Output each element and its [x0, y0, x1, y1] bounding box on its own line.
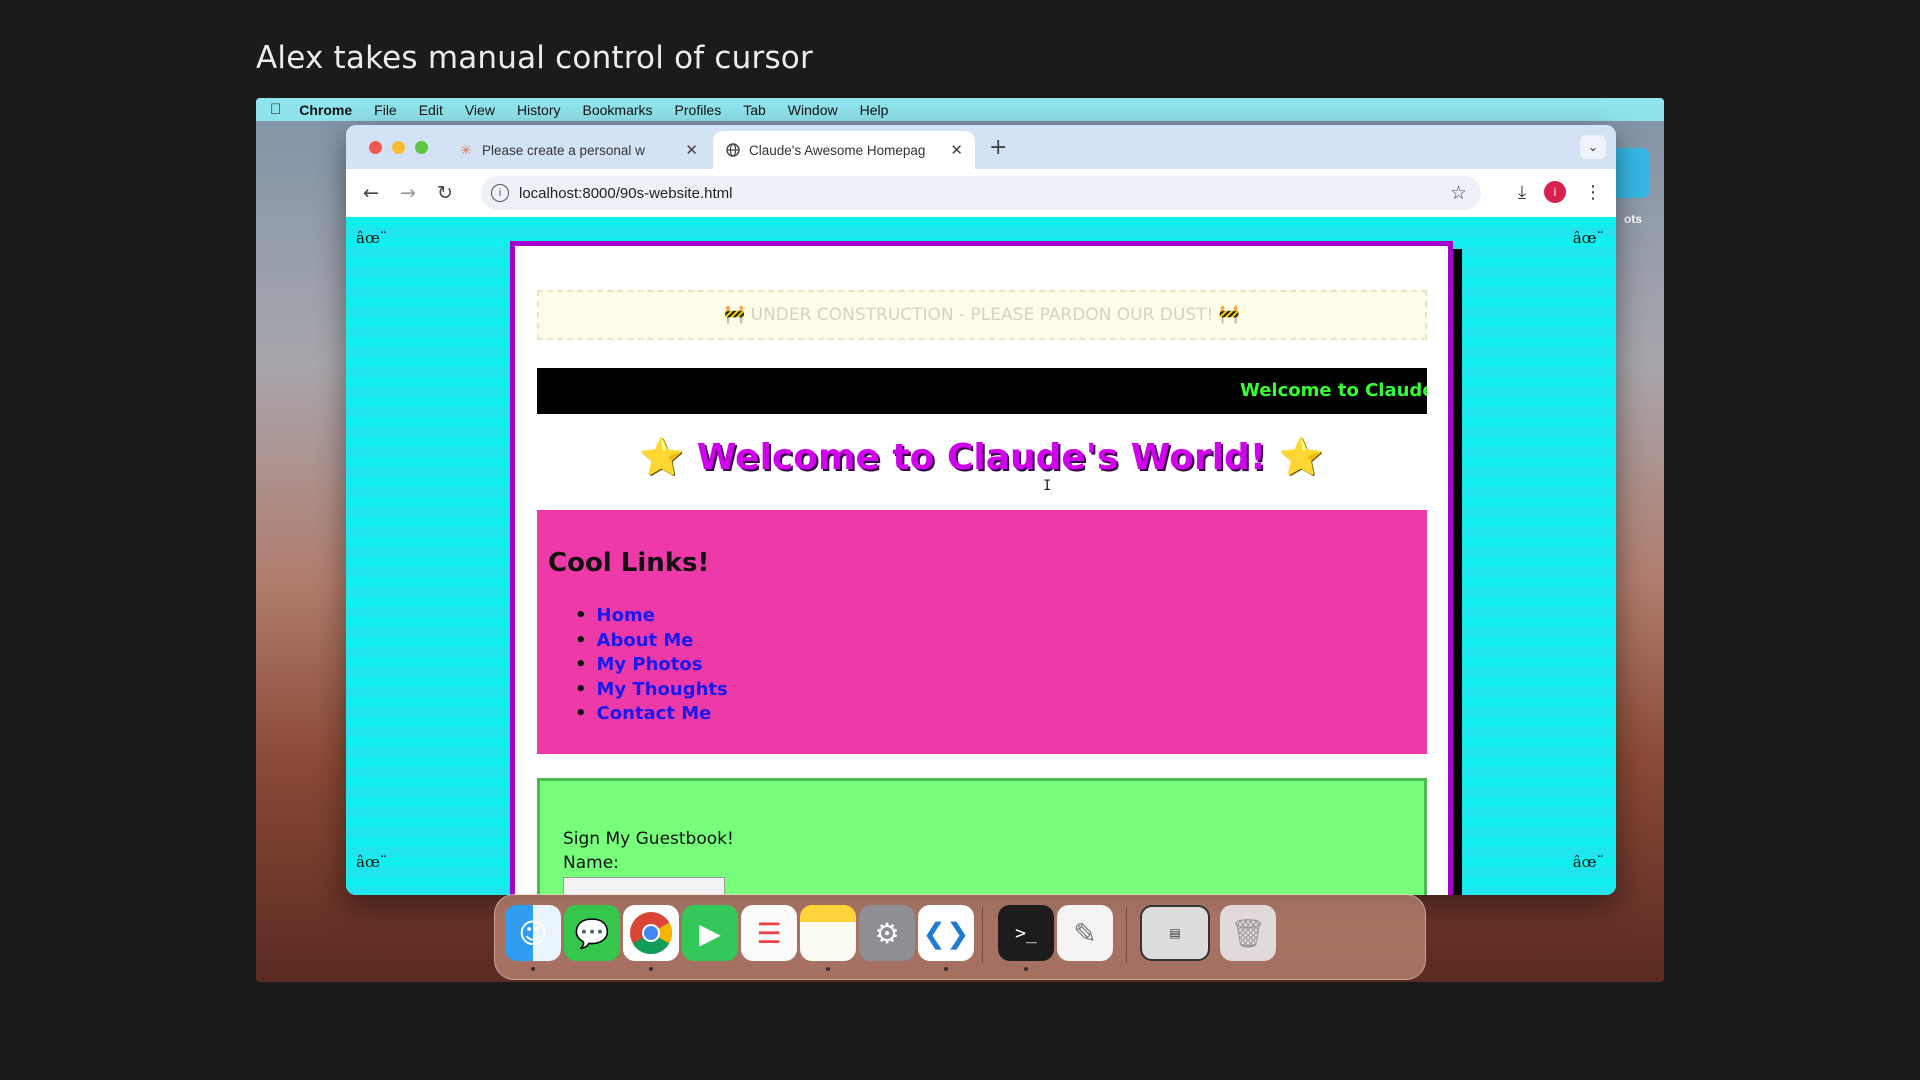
guestbook-title: Sign My Guestbook! [563, 829, 734, 849]
links-list: Home About Me My Photos My Thoughts Cont… [575, 604, 728, 727]
link-home[interactable]: Home [575, 604, 728, 629]
download-icon[interactable]: ⤓ [1518, 182, 1526, 203]
menu-app-name[interactable]: Chrome [299, 102, 352, 118]
screenshot-thumbnail-icon[interactable]: ▤ [1140, 905, 1210, 961]
corner-sparkle: âœ¨ [356, 853, 388, 871]
terminal-icon[interactable]: >_ [998, 905, 1054, 961]
bookmark-star-icon[interactable]: ☆ [1450, 182, 1467, 205]
chrome-window: ✳ Please create a personal w ✕ Claude's … [346, 125, 1616, 895]
finder-icon[interactable]: ☺ [505, 905, 561, 961]
welcome-marquee: Welcome to Claude's P [537, 368, 1427, 414]
url-text[interactable]: localhost:8000/90s-website.html [519, 185, 1450, 202]
close-tab-icon[interactable]: ✕ [950, 141, 963, 159]
heading-text: Welcome to Claude's World! [696, 437, 1267, 478]
close-tab-icon[interactable]: ✕ [685, 141, 698, 159]
menu-help[interactable]: Help [860, 102, 889, 118]
web-viewport: âœ¨ âœ¨ âœ¨ âœ¨ 🚧 UNDER CONSTRUCTION - P… [346, 217, 1616, 895]
apple-icon[interactable]:  [270, 101, 281, 118]
link-contact-me[interactable]: Contact Me [575, 702, 728, 727]
profile-avatar[interactable]: i [1544, 181, 1566, 203]
dock-separator [1126, 907, 1127, 963]
textedit-icon[interactable]: ✎ [1057, 905, 1113, 961]
video-caption: Alex takes manual control of cursor [256, 40, 813, 76]
marquee-text: Welcome to Claude's P [1240, 380, 1427, 401]
facetime-icon[interactable]: ▶ [682, 905, 738, 961]
guestbook-section: Sign My Guestbook! Name: [537, 778, 1427, 895]
new-tab-button[interactable]: + [989, 135, 1007, 160]
menu-bookmarks[interactable]: Bookmarks [583, 102, 653, 118]
menu-tab[interactable]: Tab [743, 102, 766, 118]
corner-sparkle: âœ¨ [1572, 229, 1604, 247]
zoom-window-button[interactable] [415, 140, 428, 154]
messages-icon[interactable]: 💬 [564, 905, 620, 961]
running-indicator [944, 967, 948, 971]
running-indicator [1024, 967, 1028, 971]
forward-arrow-icon[interactable]: → [396, 181, 420, 205]
name-input[interactable] [563, 877, 725, 895]
tab-strip: ✳ Please create a personal w ✕ Claude's … [346, 125, 1616, 169]
tab-claude-chat[interactable]: ✳ Please create a personal w ✕ [446, 131, 710, 169]
mac-menubar:  Chrome File Edit View History Bookmark… [256, 98, 1664, 121]
link-my-photos[interactable]: My Photos [575, 653, 728, 678]
tab-title: Claude's Awesome Homepag [749, 142, 926, 158]
text-cursor-icon: I [1043, 478, 1052, 494]
browser-toolbar: ← → ↻ i localhost:8000/90s-website.html … [346, 169, 1616, 217]
link-about-me[interactable]: About Me [575, 629, 728, 654]
page-heading: ⭐ Welcome to Claude's World! ⭐ [515, 436, 1448, 478]
running-indicator [826, 967, 830, 971]
corner-sparkle: âœ¨ [356, 229, 388, 247]
cool-links-section: Cool Links! Home About Me My Photos My T… [537, 510, 1427, 754]
menu-history[interactable]: History [517, 102, 561, 118]
tab-search-button[interactable]: ⌄ [1580, 135, 1606, 159]
name-label: Name: [563, 853, 619, 873]
star-icon: ⭐ [639, 437, 685, 478]
mac-desktop:  Chrome File Edit View History Bookmark… [256, 98, 1664, 982]
menu-window[interactable]: Window [788, 102, 838, 118]
desktop-folder-label: ots [1624, 212, 1642, 226]
toolbar-actions: ⤓ i ⋮ [1518, 181, 1602, 203]
cool-links-title: Cool Links! [548, 548, 710, 578]
back-arrow-icon[interactable]: ← [359, 181, 383, 205]
menu-profiles[interactable]: Profiles [675, 102, 722, 118]
main-content-panel: 🚧 UNDER CONSTRUCTION - PLEASE PARDON OUR… [510, 241, 1453, 895]
address-bar[interactable]: i localhost:8000/90s-website.html ☆ [481, 176, 1481, 210]
system-settings-icon[interactable]: ⚙ [859, 905, 915, 961]
link-my-thoughts[interactable]: My Thoughts [575, 678, 728, 703]
running-indicator [649, 967, 653, 971]
reminders-icon[interactable]: ☰ [741, 905, 797, 961]
claude-logo-icon: ✳ [460, 141, 472, 158]
vscode-icon[interactable]: ❮❯ [918, 905, 974, 961]
window-controls [369, 140, 428, 154]
notes-icon[interactable] [800, 905, 856, 961]
tab-homepage[interactable]: Claude's Awesome Homepag ✕ [713, 131, 975, 169]
menu-file[interactable]: File [374, 102, 397, 118]
mac-dock: ☺ 💬 ▶ ☰ ⚙ ❮❯ >_ ✎ ▤ 🗑 [494, 894, 1426, 980]
dock-separator [982, 907, 983, 963]
star-icon: ⭐ [1278, 437, 1324, 478]
corner-sparkle: âœ¨ [1572, 853, 1604, 871]
globe-icon [725, 142, 741, 158]
site-info-icon[interactable]: i [491, 184, 509, 202]
reload-icon[interactable]: ↻ [433, 181, 457, 205]
menu-edit[interactable]: Edit [419, 102, 443, 118]
chrome-icon[interactable] [623, 905, 679, 961]
trash-icon[interactable]: 🗑 [1220, 905, 1276, 961]
under-construction-banner: 🚧 UNDER CONSTRUCTION - PLEASE PARDON OUR… [537, 290, 1427, 340]
menu-view[interactable]: View [465, 102, 495, 118]
tab-title: Please create a personal w [482, 142, 645, 158]
more-menu-icon[interactable]: ⋮ [1584, 182, 1602, 203]
minimize-window-button[interactable] [392, 140, 405, 154]
close-window-button[interactable] [369, 140, 382, 154]
running-indicator [531, 967, 535, 971]
